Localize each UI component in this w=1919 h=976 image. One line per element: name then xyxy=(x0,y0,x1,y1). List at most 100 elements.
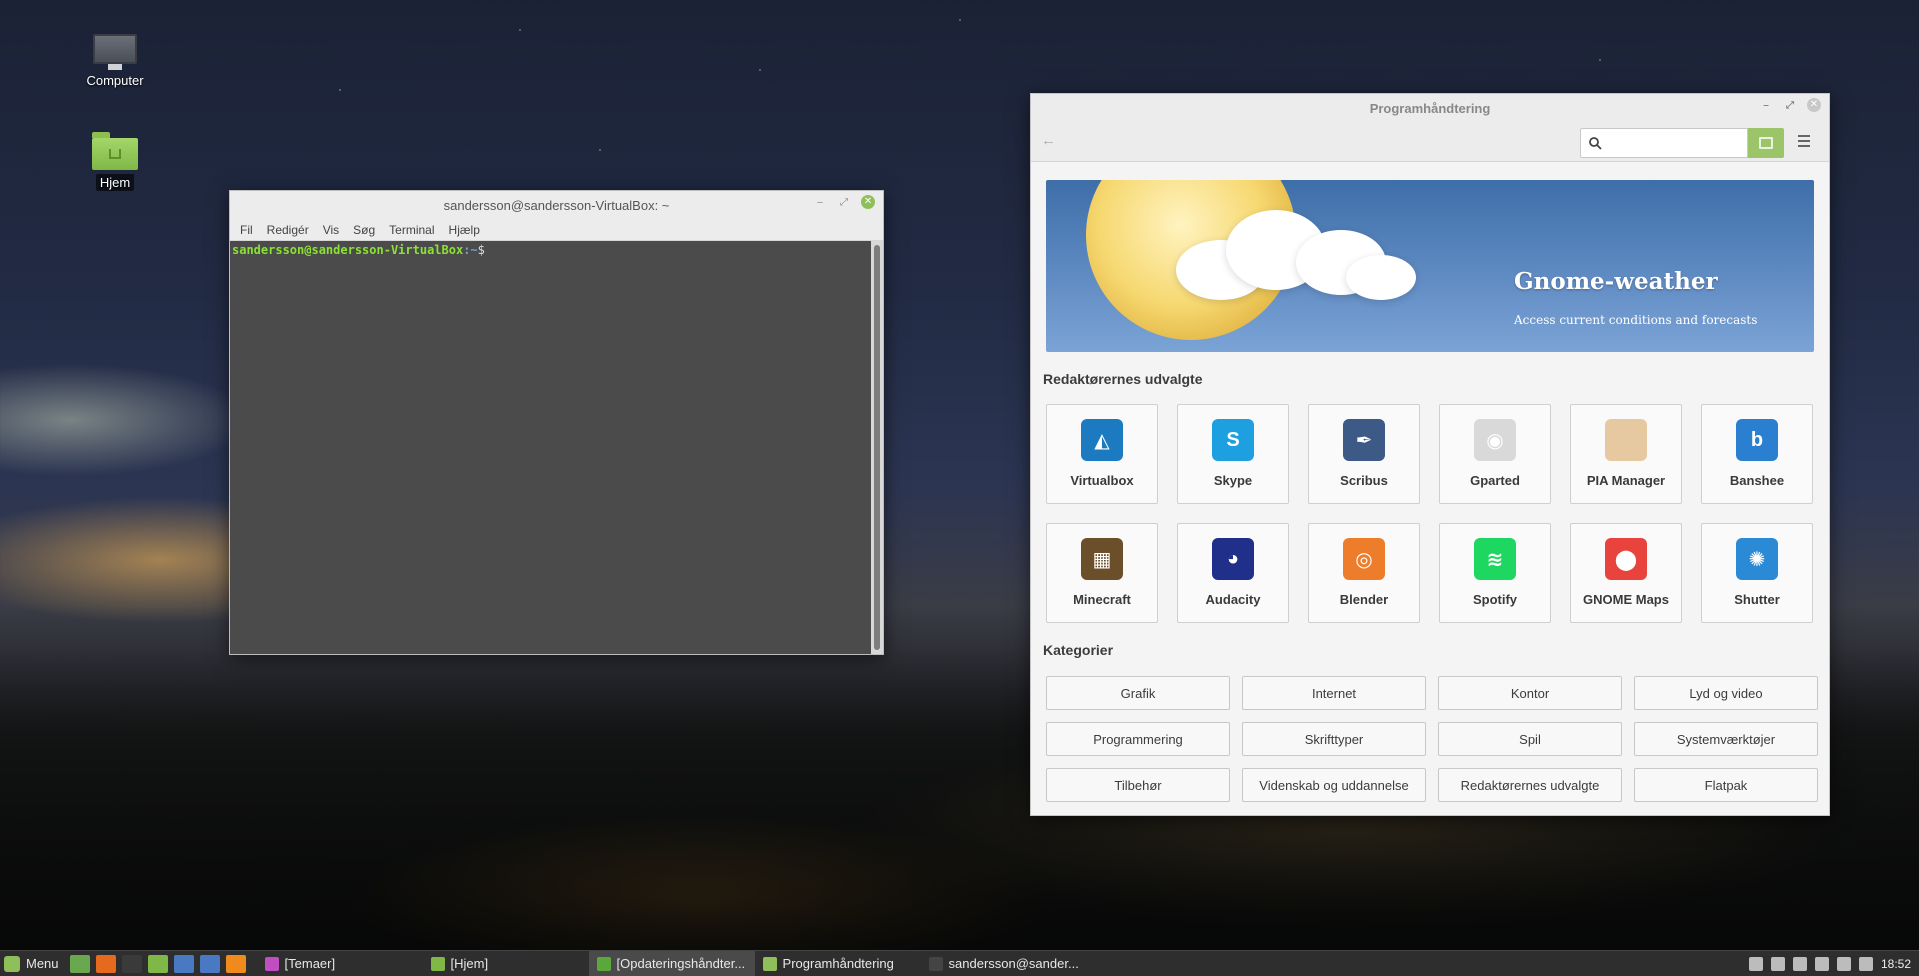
app-tile[interactable]: S Skype xyxy=(1177,404,1289,504)
search-field[interactable] xyxy=(1580,128,1748,158)
taskbar-window-button[interactable]: Programhåndtering xyxy=(755,951,921,976)
search-summary-toggle-button[interactable] xyxy=(1748,128,1784,158)
app-tile[interactable]: ▦ Minecraft xyxy=(1046,523,1158,623)
window-icon xyxy=(762,956,777,971)
media-launcher-icon[interactable] xyxy=(225,954,246,973)
minimize-button[interactable]: – xyxy=(1759,98,1773,112)
gnome-maps-icon: ⬤ xyxy=(1605,538,1647,580)
app-tile[interactable]: ◭ Virtualbox xyxy=(1046,404,1158,504)
featured-banner[interactable]: Gnome-weather Access current conditions … xyxy=(1046,180,1814,352)
category-button[interactable]: Tilbehør xyxy=(1046,768,1230,802)
app-tile[interactable]: ◕ Audacity xyxy=(1177,523,1289,623)
prompt-path: :~ xyxy=(463,243,478,257)
app-name: Minecraft xyxy=(1073,592,1131,607)
category-button[interactable]: Videnskab og uddannelse xyxy=(1242,768,1426,802)
screenshot-launcher-icon[interactable] xyxy=(199,954,220,973)
prompt-symbol: $ xyxy=(477,243,485,257)
files-launcher-icon[interactable] xyxy=(147,954,168,973)
maximize-button[interactable]: ⤢ xyxy=(1783,98,1797,112)
app-tile[interactable]: b Banshee xyxy=(1701,404,1813,504)
firefox-launcher-icon[interactable] xyxy=(95,954,116,973)
category-button[interactable]: Internet xyxy=(1242,676,1426,710)
swmgr-title: Programhåndtering xyxy=(1369,100,1491,116)
prompt-user: sandersson@sandersson-VirtualBox xyxy=(232,243,464,257)
app-tile[interactable]: PIA Manager xyxy=(1570,404,1682,504)
maximize-button[interactable]: ⤢ xyxy=(837,195,851,209)
window-icon xyxy=(928,956,943,971)
taskbar-window-button[interactable]: [Temaer] xyxy=(257,951,423,976)
close-button[interactable]: ✕ xyxy=(861,195,875,209)
menu-rediger[interactable]: Redigér xyxy=(267,223,309,237)
app-tile[interactable]: ◉ Gparted xyxy=(1439,404,1551,504)
app-name: Skype xyxy=(1213,473,1253,488)
taskbar: Menu [Temaer] [Hjem] [Opdateringshåndter..… xyxy=(0,950,1919,976)
hamburger-menu-icon[interactable] xyxy=(1798,135,1810,150)
banner-title: Gnome-weather xyxy=(1514,268,1718,295)
launcher-group xyxy=(67,954,249,973)
category-button[interactable]: Kontor xyxy=(1438,676,1622,710)
app-tile[interactable]: ✒ Scribus xyxy=(1308,404,1420,504)
app-tile[interactable]: ⬤ GNOME Maps xyxy=(1570,523,1682,623)
category-button[interactable]: Redaktørernes udvalgte xyxy=(1438,768,1622,802)
category-button[interactable]: Skrifttyper xyxy=(1242,722,1426,756)
search-input[interactable] xyxy=(1608,135,1728,151)
scribus-icon: ✒ xyxy=(1343,419,1385,461)
app-tile[interactable]: ◎ Blender xyxy=(1308,523,1420,623)
app-tile[interactable]: ≋ Spotify xyxy=(1439,523,1551,623)
taskbar-window-label: [Temaer] xyxy=(284,956,336,971)
category-button[interactable]: Grafik xyxy=(1046,676,1230,710)
minimize-button[interactable]: – xyxy=(813,195,827,209)
clock[interactable]: 18:52 xyxy=(1881,957,1911,971)
category-button[interactable]: Lyd og video xyxy=(1634,676,1818,710)
clipboard-icon[interactable] xyxy=(1836,956,1851,971)
close-button[interactable]: ✕ xyxy=(1807,98,1821,112)
desktop-icon-label: Hjem xyxy=(95,174,135,191)
category-button[interactable]: Spil xyxy=(1438,722,1622,756)
back-arrow-icon[interactable]: ← xyxy=(1041,132,1056,149)
terminal-content[interactable]: sandersson@sandersson-VirtualBox:~$ xyxy=(230,241,871,654)
menu-label: Menu xyxy=(26,956,59,971)
terminal-launcher-icon[interactable] xyxy=(121,954,142,973)
menu-sog[interactable]: Søg xyxy=(353,223,375,237)
categories-grid: Grafik Internet Kontor Lyd og video Programm… xyxy=(1046,676,1818,802)
app-tile[interactable]: ✺ Shutter xyxy=(1701,523,1813,623)
menu-terminal[interactable]: Terminal xyxy=(389,223,434,237)
audacity-icon: ◕ xyxy=(1212,538,1254,580)
network-icon[interactable] xyxy=(1814,956,1829,971)
taskbar-window-button[interactable]: [Opdateringshåndter... xyxy=(588,950,755,976)
terminal-title: sandersson@sandersson-VirtualBox: ~ xyxy=(443,197,670,213)
taskbar-window-button[interactable]: [Hjem] xyxy=(423,951,589,976)
category-button[interactable]: Flatpak xyxy=(1634,768,1818,802)
terminal-titlebar[interactable]: sandersson@sandersson-VirtualBox: ~ – ⤢ … xyxy=(230,191,883,219)
desktop-icon-computer[interactable]: Computer xyxy=(70,34,160,89)
app-name: Blender xyxy=(1339,592,1389,607)
menu-fil[interactable]: Fil xyxy=(240,223,253,237)
taskbar-window-label: [Opdateringshåndter... xyxy=(616,956,746,971)
category-button[interactable]: Programmering xyxy=(1046,722,1230,756)
desktop-icon-home[interactable]: Hjem xyxy=(70,132,160,191)
taskbar-window-button[interactable]: sandersson@sander... xyxy=(921,951,1087,976)
shield-icon[interactable] xyxy=(1748,956,1763,971)
gparted-icon: ◉ xyxy=(1474,419,1516,461)
system-tray: 18:52 xyxy=(1748,956,1919,971)
swmgr-titlebar[interactable]: Programhåndtering – ⤢ ✕ xyxy=(1031,94,1829,122)
volume-icon[interactable] xyxy=(1858,956,1873,971)
category-button[interactable]: Systemværktøjer xyxy=(1634,722,1818,756)
terminal-window[interactable]: sandersson@sandersson-VirtualBox: ~ – ⤢ … xyxy=(229,190,884,655)
user-icon[interactable] xyxy=(1770,956,1785,971)
home-folder-icon xyxy=(92,132,138,170)
taskbar-window-label: sandersson@sander... xyxy=(948,956,1079,971)
cloud-illustration xyxy=(1146,200,1426,310)
menu-button[interactable]: Menu xyxy=(0,951,67,976)
desktop-launcher-icon[interactable] xyxy=(69,954,90,973)
menu-hjaelp[interactable]: Hjælp xyxy=(449,223,480,237)
software-manager-window[interactable]: Programhåndtering – ⤢ ✕ ← Gnome-weather … xyxy=(1030,93,1830,816)
app-name: GNOME Maps xyxy=(1583,592,1669,607)
minecraft-icon: ▦ xyxy=(1081,538,1123,580)
mail-launcher-icon[interactable] xyxy=(173,954,194,973)
menu-vis[interactable]: Vis xyxy=(323,223,339,237)
bluetooth-icon[interactable] xyxy=(1792,956,1807,971)
terminal-scrollbar[interactable] xyxy=(871,241,883,654)
blender-icon: ◎ xyxy=(1343,538,1385,580)
window-icon xyxy=(264,956,279,971)
